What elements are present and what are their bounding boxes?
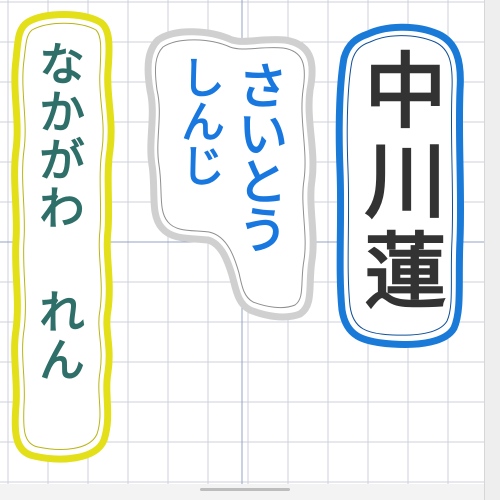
nakagawa-ren-kanji-text: 中川蓮 — [350, 48, 445, 318]
shinji-column-text: しんじ — [173, 55, 224, 187]
saito-column-text: さいとう — [230, 60, 288, 252]
nakagawa-ren-text: なかがわ れん — [32, 40, 86, 384]
horizontal-scrollbar-thumb[interactable] — [200, 488, 290, 491]
vertical-scrollbar[interactable] — [484, 0, 500, 500]
horizontal-scroll-area[interactable] — [0, 484, 484, 500]
vertical-scrollbar-track-line — [484, 0, 485, 500]
